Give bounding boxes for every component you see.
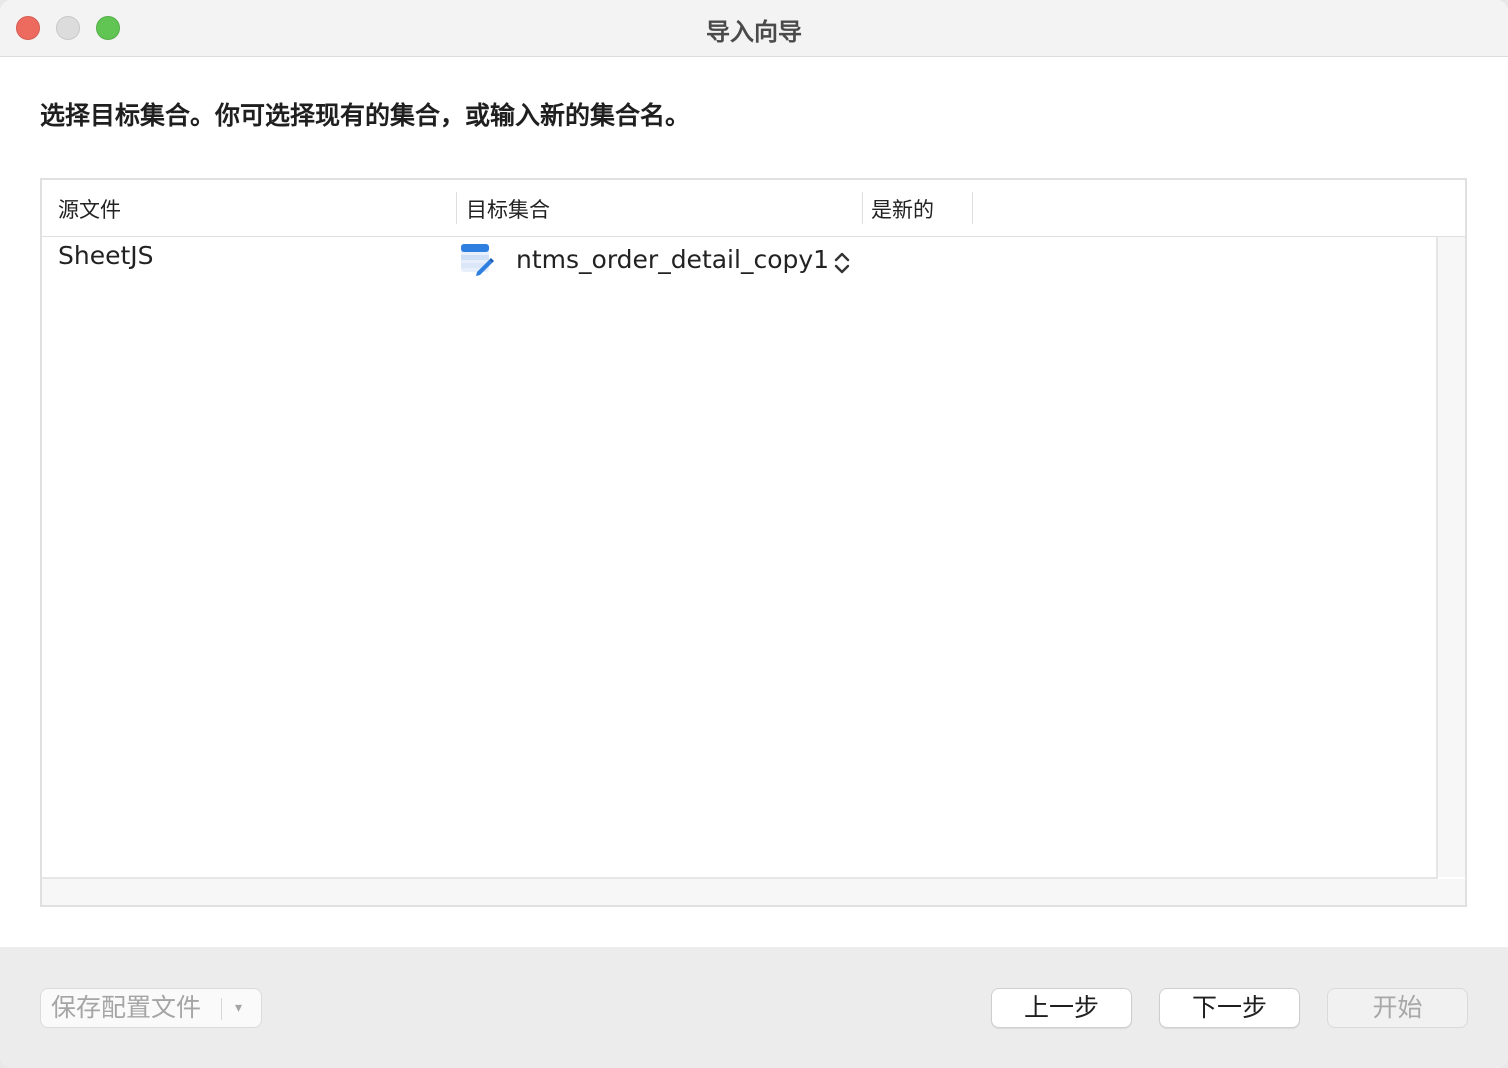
chevron-up-down-icon[interactable] — [832, 249, 852, 277]
divider — [221, 998, 222, 1020]
column-divider[interactable] — [862, 192, 863, 224]
title-bar: 导入向导 — [0, 0, 1508, 57]
column-header-source[interactable]: 源文件 — [58, 194, 121, 224]
table-body: SheetJS ntms_order_detail_copy1 — [42, 237, 1438, 879]
source-file-cell: SheetJS — [58, 241, 154, 270]
next-button[interactable]: 下一步 — [1159, 988, 1300, 1028]
column-header-is-new[interactable]: 是新的 — [871, 194, 934, 224]
table-header: 源文件 目标集合 是新的 — [42, 180, 1465, 237]
save-profile-button[interactable]: 保存配置文件 ▾ — [40, 988, 262, 1028]
start-button[interactable]: 开始 — [1327, 988, 1468, 1028]
back-button[interactable]: 上一步 — [991, 988, 1132, 1028]
collection-edit-icon — [461, 244, 494, 276]
column-header-target[interactable]: 目标集合 — [466, 194, 550, 224]
mapping-table: 源文件 目标集合 是新的 SheetJS ntms_order_detail_c… — [40, 178, 1467, 907]
vertical-scrollbar[interactable] — [1438, 237, 1465, 877]
target-collection-name[interactable]: ntms_order_detail_copy1 — [516, 245, 829, 274]
dropdown-arrow-icon[interactable]: ▾ — [235, 989, 242, 1027]
instruction-text: 选择目标集合。你可选择现有的集合，或输入新的集合名。 — [40, 101, 691, 130]
footer-bar: 保存配置文件 ▾ 上一步 下一步 开始 — [0, 947, 1508, 1068]
save-profile-label: 保存配置文件 — [51, 993, 202, 1022]
column-divider[interactable] — [456, 192, 457, 224]
window-title: 导入向导 — [706, 18, 802, 46]
horizontal-scrollbar[interactable] — [42, 879, 1465, 905]
column-divider[interactable] — [972, 192, 973, 224]
import-wizard-window: 导入向导 选择目标集合。你可选择现有的集合，或输入新的集合名。 源文件 目标集合… — [0, 0, 1508, 1068]
